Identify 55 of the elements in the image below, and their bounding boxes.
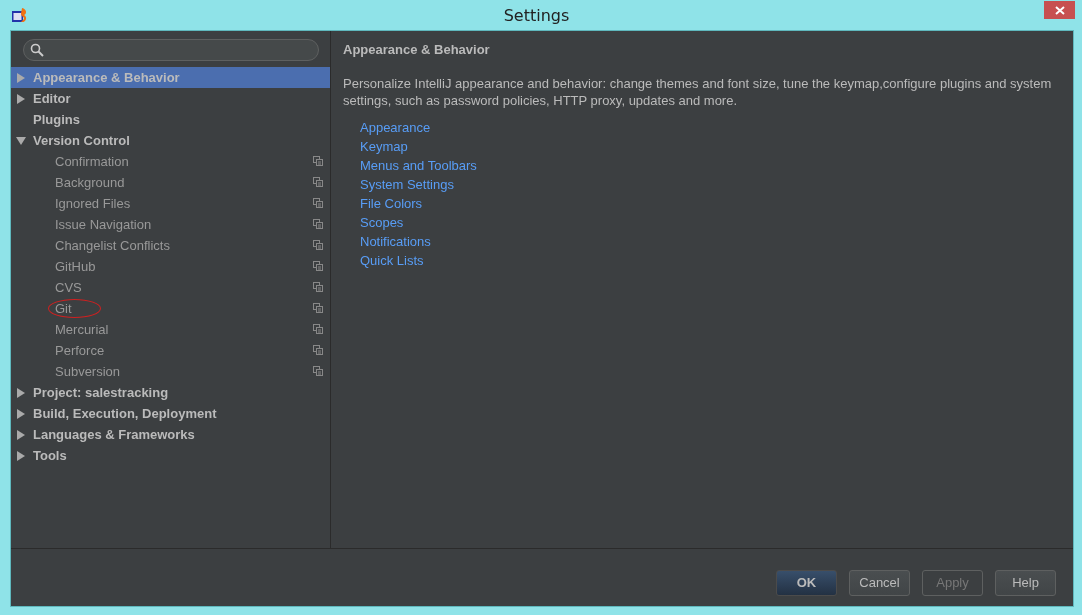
tree-item[interactable]: Confirmation xyxy=(11,151,330,172)
settings-link[interactable]: Menus and Toolbars xyxy=(360,156,477,175)
settings-link[interactable]: File Colors xyxy=(360,194,423,213)
copy-icon xyxy=(313,261,323,271)
copy-icon xyxy=(313,366,323,376)
collapsed-arrow-icon[interactable] xyxy=(16,429,26,440)
copy-icon xyxy=(313,177,323,187)
expanded-arrow-icon[interactable] xyxy=(16,135,26,146)
collapsed-arrow-icon[interactable] xyxy=(16,408,26,419)
settings-link[interactable]: Keymap xyxy=(360,137,408,156)
tree-item[interactable]: Issue Navigation xyxy=(11,214,330,235)
settings-link[interactable]: System Settings xyxy=(360,175,454,194)
close-icon xyxy=(1054,5,1065,15)
tree-item[interactable]: Changelist Conflicts xyxy=(11,235,330,256)
tree-item[interactable]: Background xyxy=(11,172,330,193)
tree-item[interactable]: Project: salestracking xyxy=(11,382,330,403)
app-logo-icon xyxy=(11,6,29,24)
tree-item[interactable]: Git xyxy=(11,298,330,319)
tree-item[interactable]: Mercurial xyxy=(11,319,330,340)
copy-icon xyxy=(313,303,323,313)
tree-item[interactable]: CVS xyxy=(11,277,330,298)
tree-item[interactable]: Perforce xyxy=(11,340,330,361)
copy-icon xyxy=(313,198,323,208)
settings-link[interactable]: Appearance xyxy=(360,118,431,137)
copy-icon xyxy=(313,240,323,250)
tree-item[interactable]: Plugins xyxy=(11,109,330,130)
dialog-button[interactable]: Cancel xyxy=(849,569,910,596)
tree-item[interactable]: Ignored Files xyxy=(11,193,330,214)
search-icon xyxy=(30,43,44,57)
tree-item[interactable]: Subversion xyxy=(11,361,330,382)
copy-icon xyxy=(313,324,323,334)
settings-link[interactable]: Scopes xyxy=(360,213,404,232)
tree-item[interactable]: Appearance & Behavior xyxy=(11,67,330,88)
window-title: Settings xyxy=(502,5,571,25)
copy-icon xyxy=(313,345,323,355)
copy-icon xyxy=(313,156,323,166)
dialog-button[interactable]: OK xyxy=(776,569,837,596)
copy-icon xyxy=(313,219,323,229)
tree-item[interactable]: Build, Execution, Deployment xyxy=(11,403,330,424)
tree-item[interactable]: Tools xyxy=(11,445,330,466)
section-description: Personalize IntelliJ appearance and behavior: change themes and font size, tune the keymap,configure plugins and system settings, such as password policies, HTTP proxy, updates and more. xyxy=(343,75,1053,109)
tree-item[interactable]: Languages & Frameworks xyxy=(11,424,330,445)
copy-icon xyxy=(313,282,323,292)
dialog-button[interactable]: Help xyxy=(995,569,1056,596)
section-heading: Appearance & Behavior xyxy=(343,42,491,57)
tree-item[interactable]: Editor xyxy=(11,88,330,109)
collapsed-arrow-icon[interactable] xyxy=(16,93,26,104)
settings-link[interactable]: Quick Lists xyxy=(360,251,424,270)
tree-item[interactable]: GitHub xyxy=(11,256,330,277)
search-field[interactable] xyxy=(23,39,319,61)
collapsed-arrow-icon[interactable] xyxy=(16,387,26,398)
collapsed-arrow-icon[interactable] xyxy=(16,450,26,461)
settings-link[interactable]: Notifications xyxy=(360,232,431,251)
close-button[interactable] xyxy=(1044,1,1075,19)
tree-item[interactable]: Version Control xyxy=(11,130,330,151)
